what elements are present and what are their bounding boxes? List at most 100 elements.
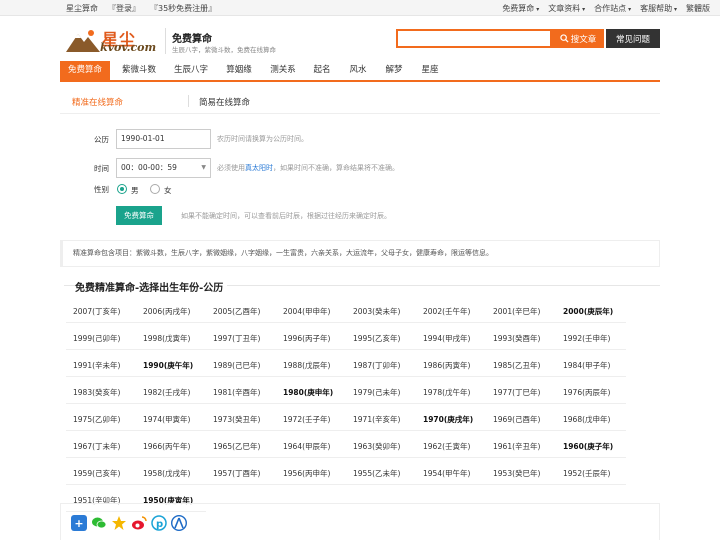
year-link[interactable]: 1997(丁丑年)	[206, 328, 276, 350]
search-button[interactable]: 搜文章	[552, 29, 604, 48]
year-link[interactable]: 1953(癸巳年)	[486, 463, 556, 485]
year-link[interactable]: 1995(乙亥年)	[346, 328, 416, 350]
year-link[interactable]: 2000(庚辰年)	[556, 301, 626, 323]
year-link[interactable]: 1960(庚子年)	[556, 436, 626, 458]
solar-time-link[interactable]: 真太阳时	[245, 164, 273, 172]
year-link[interactable]: 1988(戊辰年)	[276, 355, 346, 377]
svg-text:p: p	[156, 519, 163, 530]
year-link[interactable]: 2001(辛巳年)	[486, 301, 556, 323]
share-bar: + p	[60, 503, 660, 540]
year-link[interactable]: 1957(丁酉年)	[206, 463, 276, 485]
female-radio[interactable]	[150, 184, 160, 194]
time-select[interactable]: 00：00-00：59 ▼	[116, 158, 211, 178]
female-label: 女	[164, 186, 172, 195]
year-link[interactable]: 1952(壬辰年)	[556, 463, 626, 485]
year-link[interactable]: 1977(丁巳年)	[486, 382, 556, 404]
year-link[interactable]: 2005(乙酉年)	[206, 301, 276, 323]
year-link[interactable]: 2002(壬午年)	[416, 301, 486, 323]
year-link[interactable]: 1967(丁未年)	[66, 436, 136, 458]
year-link[interactable]: 1991(辛未年)	[66, 355, 136, 377]
year-link[interactable]: 1971(辛亥年)	[346, 409, 416, 431]
year-link[interactable]: 1976(丙辰年)	[556, 382, 626, 404]
submit-button[interactable]: 免费算命	[116, 206, 162, 225]
year-link[interactable]: 1979(己未年)	[346, 382, 416, 404]
year-link[interactable]: 1954(甲午年)	[416, 463, 486, 485]
year-link[interactable]: 1978(戊午年)	[416, 382, 486, 404]
year-link[interactable]: 1999(己卯年)	[66, 328, 136, 350]
year-link[interactable]: 2006(丙戌年)	[136, 301, 206, 323]
year-link[interactable]: 1959(己亥年)	[66, 463, 136, 485]
qzone-icon[interactable]	[111, 515, 127, 531]
year-link[interactable]: 1970(庚戌年)	[416, 409, 486, 431]
year-link[interactable]: 1968(戊申年)	[556, 409, 626, 431]
site-logo[interactable]: 星尘 kvov.com	[66, 26, 162, 54]
year-link[interactable]: 1980(庚申年)	[276, 382, 346, 404]
year-link[interactable]: 1969(己酉年)	[486, 409, 556, 431]
year-link[interactable]: 2003(癸未年)	[346, 301, 416, 323]
year-link[interactable]: 1961(辛丑年)	[486, 436, 556, 458]
weibo-icon[interactable]	[131, 515, 147, 531]
topbar-free-menu[interactable]: 免费算命	[502, 3, 539, 14]
topbar-site-link[interactable]: 星尘算命	[66, 3, 98, 14]
year-link[interactable]: 1998(戊寅年)	[136, 328, 206, 350]
search-input[interactable]	[396, 29, 552, 48]
year-link[interactable]: 1987(丁卯年)	[346, 355, 416, 377]
year-link[interactable]: 1973(癸丑年)	[206, 409, 276, 431]
year-link[interactable]: 1994(甲戌年)	[416, 328, 486, 350]
topbar-help-menu[interactable]: 客服帮助	[640, 3, 677, 14]
tab-precise[interactable]: 精准在线算命	[72, 96, 123, 108]
nav-item-relation[interactable]: 测关系	[264, 61, 302, 80]
year-link[interactable]: 1984(甲子年)	[556, 355, 626, 377]
topbar-register-link[interactable]: 『35秒免费注册』	[150, 3, 216, 14]
year-link[interactable]: 1963(癸卯年)	[346, 436, 416, 458]
year-link[interactable]: 1986(丙寅年)	[416, 355, 486, 377]
year-link[interactable]: 1985(乙丑年)	[486, 355, 556, 377]
nav-item-fengshui[interactable]: 风水	[342, 61, 374, 80]
year-link[interactable]: 1981(辛酉年)	[206, 382, 276, 404]
nav-item-marriage[interactable]: 算姻缘	[220, 61, 258, 80]
year-link[interactable]: 1966(丙午年)	[136, 436, 206, 458]
year-link[interactable]: 1972(壬子年)	[276, 409, 346, 431]
year-link[interactable]: 2007(丁亥年)	[66, 301, 136, 323]
topbar-traditional-link[interactable]: 繁體版	[686, 3, 710, 14]
year-link[interactable]: 1958(戊戌年)	[136, 463, 206, 485]
year-link[interactable]: 1975(乙卯年)	[66, 409, 136, 431]
logo-domain-text: kvov.com	[100, 41, 157, 54]
search-button-label: 搜文章	[570, 34, 597, 45]
year-link[interactable]: 1982(壬戌年)	[136, 382, 206, 404]
year-link[interactable]: 1956(丙申年)	[276, 463, 346, 485]
nav-item-zodiac[interactable]: 星座	[414, 61, 446, 80]
year-link[interactable]: 1964(甲辰年)	[276, 436, 346, 458]
plus-share-icon[interactable]: +	[71, 515, 87, 531]
renren-icon[interactable]	[171, 515, 187, 531]
topbar-login-link[interactable]: 『登录』	[108, 3, 140, 14]
year-link[interactable]: 1983(癸亥年)	[66, 382, 136, 404]
year-link[interactable]: 1955(乙未年)	[346, 463, 416, 485]
year-link[interactable]: 1993(癸酉年)	[486, 328, 556, 350]
nav-item-naming[interactable]: 起名	[306, 61, 338, 80]
chevron-down-icon: ▼	[201, 164, 206, 171]
date-field[interactable]: 1990-01-01	[116, 129, 211, 149]
nav-item-bazi[interactable]: 生辰八字	[166, 61, 216, 80]
tab-simple[interactable]: 简易在线算命	[199, 96, 250, 108]
year-link[interactable]: 1996(丙子年)	[276, 328, 346, 350]
year-link[interactable]: 1989(己巳年)	[206, 355, 276, 377]
year-link[interactable]: 1990(庚午年)	[136, 355, 206, 377]
nav-item-dreams[interactable]: 解梦	[378, 61, 410, 80]
year-link[interactable]: 1962(壬寅年)	[416, 436, 486, 458]
year-link[interactable]: 1974(甲寅年)	[136, 409, 206, 431]
nav-item-free[interactable]: 免费算命	[60, 61, 110, 80]
nav-item-ziwei[interactable]: 紫微斗数	[114, 61, 164, 80]
topbar-articles-menu[interactable]: 文章资料	[548, 3, 585, 14]
pocket-icon[interactable]: p	[151, 515, 167, 531]
top-bar: 星尘算命 『登录』 『35秒免费注册』 免费算命 文章资料 合作站点 客服帮助 …	[0, 0, 720, 16]
year-link[interactable]: 2004(甲申年)	[276, 301, 346, 323]
topbar-partners-menu[interactable]: 合作站点	[594, 3, 631, 14]
time-hint-prefix: 必须使用	[217, 164, 245, 172]
wechat-icon[interactable]	[91, 515, 107, 531]
time-select-value: 00：00-00：59	[121, 163, 177, 172]
faq-button[interactable]: 常见问题	[606, 29, 660, 48]
male-radio[interactable]	[117, 184, 127, 194]
year-link[interactable]: 1965(乙巳年)	[206, 436, 276, 458]
year-link[interactable]: 1992(壬申年)	[556, 328, 626, 350]
